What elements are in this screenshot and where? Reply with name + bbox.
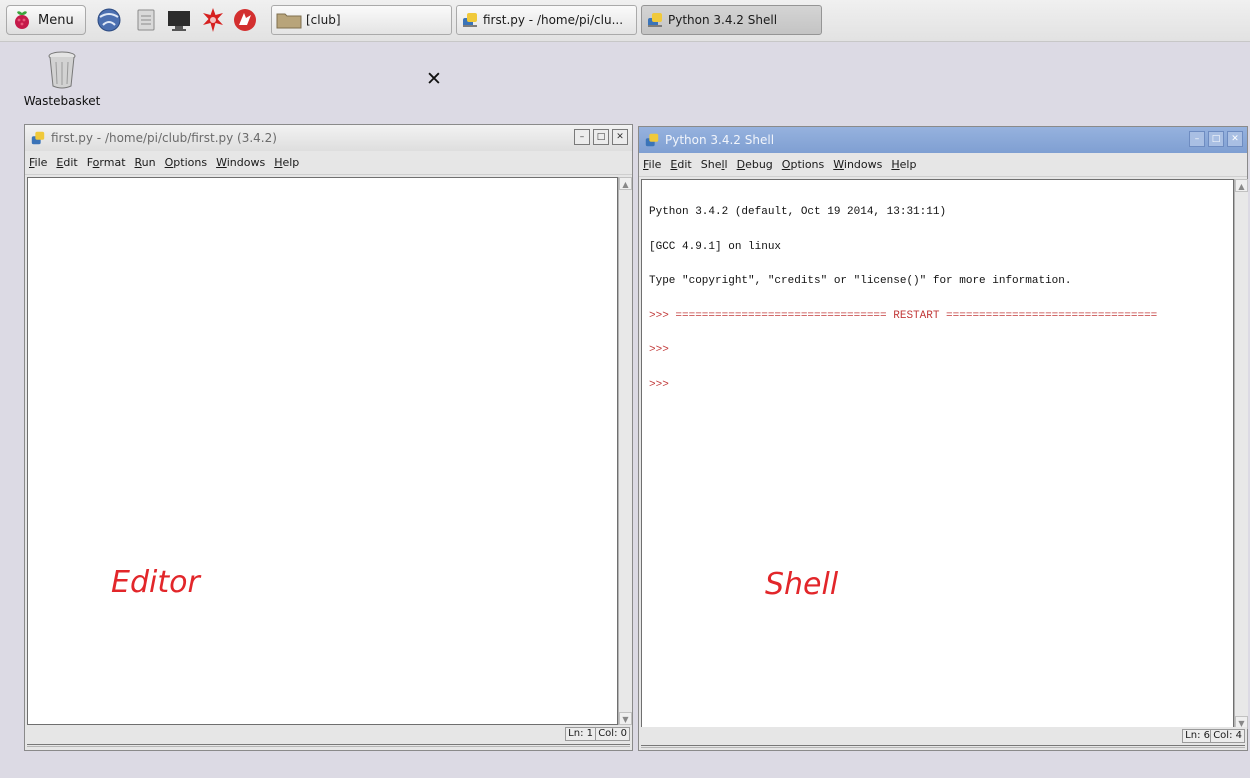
web-browser-icon[interactable] [96,7,122,33]
line-indicator: Ln: 1 [565,727,596,741]
minimize-button[interactable]: – [1189,131,1205,147]
wolfram-icon[interactable] [200,7,226,33]
close-icon[interactable]: ✕ [426,70,442,89]
shell-text-area[interactable]: Python 3.4.2 (default, Oct 19 2014, 13:3… [641,179,1234,729]
task-label: [club] [306,13,341,27]
scroll-down-arrow[interactable]: ▼ [619,712,632,725]
menu-button[interactable]: Menu [6,5,86,35]
python-icon [31,131,45,145]
editor-window: first.py - /home/pi/club/first.py (3.4.2… [24,124,633,751]
menu-file[interactable]: File [643,158,661,171]
minimize-button[interactable]: – [574,129,590,145]
menu-edit[interactable]: Edit [56,156,77,169]
task-shell[interactable]: Python 3.4.2 Shell [641,5,822,35]
task-label: Python 3.4.2 Shell [668,13,778,27]
wastebasket-desktop-icon[interactable]: Wastebasket [16,50,108,112]
task-editor[interactable]: first.py - /home/pi/clu... [456,5,637,35]
folder-icon [276,13,302,29]
task-folder-club[interactable]: [club] [271,5,452,35]
menu-run[interactable]: Run [135,156,156,169]
menu-windows[interactable]: Windows [833,158,882,171]
shell-statusbar: Ln: 6 Col: 4 [639,727,1247,745]
wastebasket-label: Wastebasket [23,94,101,108]
menu-help[interactable]: Help [891,158,916,171]
python-icon [645,133,659,147]
taskbar: Menu [club] first.py - /home/pi/clu... P… [0,0,1250,42]
column-indicator: Col: 4 [1210,729,1245,743]
close-button[interactable]: ✕ [1227,131,1243,147]
editor-titlebar[interactable]: first.py - /home/pi/club/first.py (3.4.2… [25,125,632,151]
shell-titlebar[interactable]: Python 3.4.2 Shell – □ ✕ [639,127,1247,153]
shell-vertical-scrollbar[interactable]: ▲ ▼ [1234,179,1248,729]
shell-horizontal-scrollbar[interactable] [641,745,1245,748]
line-indicator: Ln: 6 [1182,729,1213,743]
menu-file[interactable]: File [29,156,47,169]
python-icon [648,13,662,27]
shell-line: [GCC 4.9.1] on linux [649,240,782,253]
shell-prompt-line: >>> [649,378,669,391]
shell-window: Python 3.4.2 Shell – □ ✕ File Edit Shell… [638,126,1248,751]
editor-menubar: File Edit Format Run Options Windows Hel… [25,151,632,175]
mathematica-icon[interactable] [232,7,258,33]
editor-title: first.py - /home/pi/club/first.py (3.4.2… [51,131,277,145]
python-icon [463,13,477,27]
editor-text-area[interactable] [27,177,618,725]
shell-annotation: Shell [765,567,839,602]
editor-annotation: Editor [111,565,200,600]
menu-help[interactable]: Help [274,156,299,169]
column-indicator: Col: 0 [595,727,630,741]
menu-format[interactable]: Format [87,156,126,169]
shell-line: Python 3.4.2 (default, Oct 19 2014, 13:3… [649,206,947,218]
raspberry-pi-icon [15,11,29,29]
shell-prompt-line: >>> ================================ RES… [649,309,1158,322]
shell-menubar: File Edit Shell Debug Options Windows He… [639,153,1247,177]
maximize-button[interactable]: □ [1208,131,1224,147]
shell-title: Python 3.4.2 Shell [665,133,775,147]
shell-prompt-line: >>> [649,344,669,356]
scroll-up-arrow[interactable]: ▲ [1235,179,1248,192]
shell-line: Type "copyright", "credits" or "license(… [649,275,1072,287]
task-label: first.py - /home/pi/clu... [483,13,624,27]
editor-statusbar: Ln: 1 Col: 0 [25,725,632,743]
trash-icon [48,51,76,89]
menu-options[interactable]: Options [782,158,824,171]
editor-vertical-scrollbar[interactable]: ▲ ▼ [618,177,632,725]
file-manager-icon[interactable] [133,7,159,33]
editor-horizontal-scrollbar[interactable] [27,744,630,747]
maximize-button[interactable]: □ [593,129,609,145]
shell-output: Python 3.4.2 (default, Oct 19 2014, 13:3… [649,184,1157,414]
menu-debug[interactable]: Debug [737,158,773,171]
menu-shell[interactable]: Shell [701,158,728,171]
scroll-up-arrow[interactable]: ▲ [619,177,632,190]
terminal-icon[interactable] [166,7,192,33]
menu-label: Menu [38,12,74,28]
menu-options[interactable]: Options [165,156,207,169]
menu-edit[interactable]: Edit [670,158,691,171]
close-button[interactable]: ✕ [612,129,628,145]
menu-windows[interactable]: Windows [216,156,265,169]
